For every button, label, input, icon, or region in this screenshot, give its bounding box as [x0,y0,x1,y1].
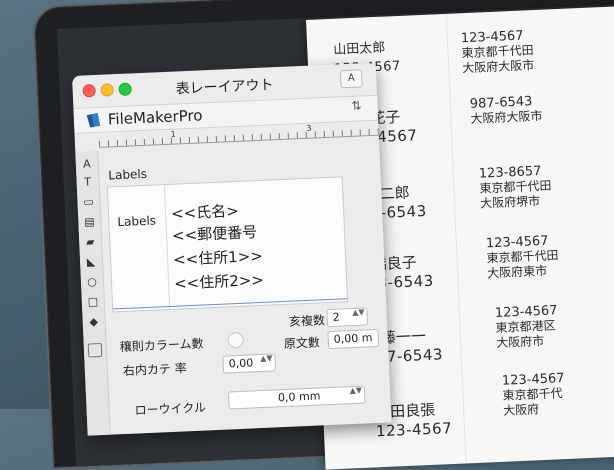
stepper-arrows-icon[interactable]: ▲▼ [260,354,273,364]
label-address-line1: 東京都港区 [495,318,556,336]
label-address-line2: 大阪府大阪市 [461,58,535,76]
row-height-value: 0,0 mm [277,389,321,405]
label-address-line2: 大阪府市 [495,333,545,351]
merge-field-address2[interactable]: <<住所2>> [174,269,265,294]
layout-part-label: Labels [117,213,157,230]
merge-field-name[interactable]: <<氏名> [171,200,240,224]
merge-field-address1[interactable]: <<住所1>> [173,245,264,270]
label-right-5: 123-4567 東京都港区 大阪府市 [495,303,559,351]
columns-label: 穰則カラーム數 [119,336,204,355]
layout-canvas[interactable]: Labels <<氏名> <<郵便番号 <<住所1>> <<住所2>> [106,176,349,313]
label-right-4: 123-4567 東京都千代田 大阪府東市 [486,233,560,281]
merge-field-zip[interactable]: <<郵便番号 [172,221,258,246]
field-tool-icon[interactable]: ▭ [81,195,96,210]
fill-tool-icon[interactable]: ◆ [86,315,101,330]
rows-stepper[interactable]: 2 ▲▼ [326,307,369,328]
spacing-value: 0,00 m [333,331,373,346]
part-divider [163,185,171,309]
filemaker-logo-icon [86,112,101,128]
layout-dialog: 表レーイアウト A FileMakerPro ⇅ 1 3 A T ▭ ▤ ▰ ◣… [72,62,392,436]
text-tool-icon[interactable]: A [80,157,95,172]
app-brand-name: FileMakerPro [107,106,203,129]
rectangle-tool-icon[interactable]: □ [86,295,101,310]
button-tool-icon[interactable]: ▰ [83,235,98,250]
label-address-line1: 大阪府大阪市 [470,108,543,126]
reorder-arrows-icon[interactable]: ⇅ [351,98,362,112]
label-right-1: 123-4567 東京都千代田 大阪府大阪市 [461,28,535,76]
rows-value: 2 [332,310,341,324]
text-box-tool-icon[interactable]: T [80,175,95,190]
label-right-6: 123-4567 東京都千代 大阪府 [502,371,566,419]
margin-value: 0,00 [228,356,254,371]
label-address-line1: 東京都千代田 [479,178,552,196]
label-address-line1: 東京都千代 [502,386,563,403]
label-address-line1: 東京都千代田 [486,248,559,266]
stepper-arrows-icon[interactable]: ▲▼ [352,307,365,317]
part-boundary-line[interactable] [113,298,347,310]
spacing-field[interactable]: 0,00 m [327,328,380,350]
portal-tool-icon[interactable]: ▤ [82,215,97,230]
stepper-arrows-icon[interactable]: ▲▼ [349,386,362,396]
text-format-button[interactable]: A [340,69,363,89]
label-right-3: 123-8657 東京都千代田 大阪府堺市 [479,163,553,211]
margin-label: 右内カテ 率 [122,361,187,379]
line-tool-icon[interactable]: ◣ [84,255,99,270]
oval-tool-icon[interactable]: ○ [85,275,100,290]
layout-part-header: Labels [108,166,148,183]
spacing-label: 原文數 [283,335,321,352]
label-address-line2: 大阪府 [502,402,540,418]
label-address-line2: 大阪府東市 [486,263,548,281]
rows-label: 亥複数 [288,313,326,329]
label-right-2: 987-6543 大阪府大阪市 [470,94,543,127]
ruler-number: 3 [306,123,312,133]
grid-toggle-icon[interactable] [87,342,103,358]
ruler-number: 1 [170,129,176,139]
label-column-divider [445,13,467,464]
columns-toggle[interactable] [227,331,245,349]
margin-stepper[interactable]: 0,00 ▲▼ [222,353,277,374]
label-address-line2: 大阪府堺市 [479,193,541,211]
row-height-field[interactable]: 0,0 mm ▲▼ [227,385,366,410]
